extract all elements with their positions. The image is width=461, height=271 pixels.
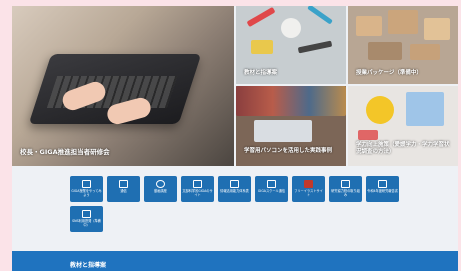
hero-tile-academic[interactable]: 学力向上施策（愛媛学力・学力学習状況調査の方法） [348, 86, 458, 166]
chart-icon [341, 180, 350, 188]
hero-tile-practice[interactable]: 学習用パソコンを活用した実践事例 [236, 86, 346, 166]
section-title: 教材と指導案 [70, 262, 107, 269]
tile-caption: 教材と指導案 [244, 70, 278, 76]
quick-link-research-schools[interactable]: 研究協力校の取り組み [329, 176, 362, 202]
quick-link-report[interactable]: 令和4年度研究報告書 [366, 176, 399, 202]
page-frame: 校長・GIGA推進担当者研修会 教材と指導案 授業パッケージ（準備中） 学習用パ… [12, 6, 458, 271]
tile-caption: 学習用パソコンを活用した実践事例 [244, 148, 333, 154]
monitor-icon [82, 180, 91, 188]
bookshelf-image [236, 86, 346, 116]
quick-link-sns[interactable]: SNS利用啓発（準備中） [70, 206, 103, 232]
box-image [368, 42, 402, 60]
hero-main-caption: 校長・GIGA推進担当者研修会 [20, 148, 110, 156]
chat-icon [82, 210, 91, 218]
box-image [410, 44, 440, 60]
laptop-image [254, 120, 312, 142]
box-image [388, 10, 418, 34]
stationery-image [281, 18, 301, 38]
quick-link-mext[interactable]: 文部科学省GIGAのサイト [181, 176, 214, 202]
hero-main-tile[interactable]: 校長・GIGA推進担当者研修会 [12, 6, 234, 166]
quick-link-giga-newsletter[interactable]: GIGAスクール通信 [255, 176, 288, 202]
hero-tile-materials[interactable]: 教材と指導案 [236, 6, 346, 84]
box-image [424, 18, 450, 40]
document-icon [119, 180, 128, 188]
stationery-image [251, 40, 273, 54]
illustration-image [406, 92, 444, 126]
quick-link-free-illust[interactable]: フリーイラストサイト [292, 176, 325, 202]
image-icon [304, 180, 313, 188]
quick-link-giga-lesson[interactable]: GIGA授業をやってみよう [70, 176, 103, 202]
quick-link-video[interactable]: 動画講座 [144, 176, 177, 202]
table-icon [230, 180, 239, 188]
stationery-image [246, 6, 276, 28]
lightbulb-image [366, 96, 394, 124]
quick-link-newsletter[interactable]: 通信 [107, 176, 140, 202]
newsletter-icon [267, 180, 276, 188]
illustration-image [358, 130, 378, 140]
hero-tile-packages[interactable]: 授業パッケージ（準備中） [348, 6, 458, 84]
stationery-image [297, 40, 333, 54]
quick-link-info-table[interactable]: 情報活用能力体系表 [218, 176, 251, 202]
section-header: 教材と指導案 [12, 251, 458, 271]
box-image [356, 16, 382, 36]
globe-icon [193, 180, 202, 188]
tile-caption: 授業パッケージ（準備中） [356, 70, 422, 76]
stationery-image [307, 6, 333, 25]
tile-caption: 学力向上施策（愛媛学力・学力学習状況調査の方法） [356, 142, 450, 155]
report-icon [378, 180, 387, 188]
video-icon [156, 180, 165, 188]
